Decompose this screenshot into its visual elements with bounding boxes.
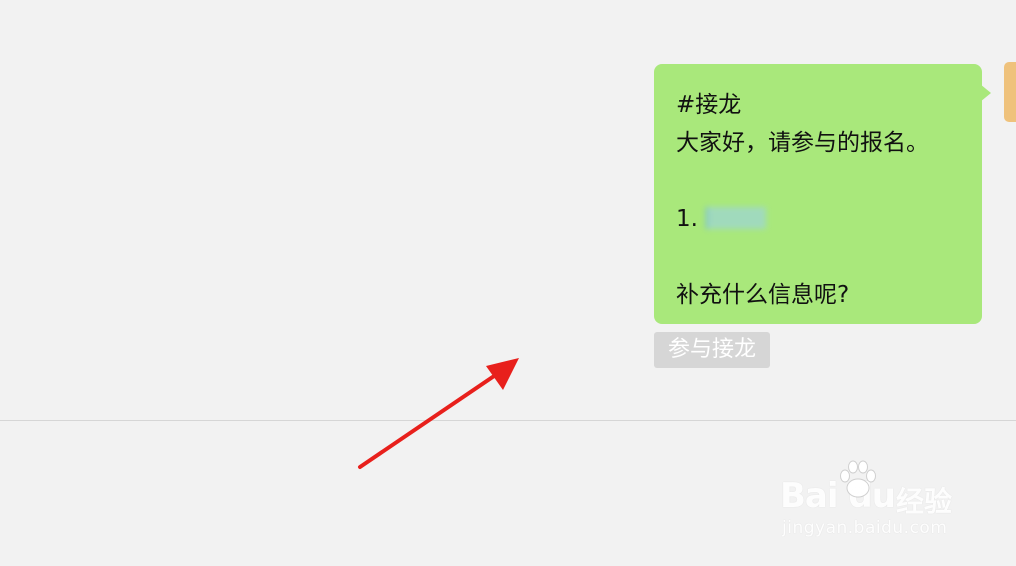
message-tag: #接龙 [676, 92, 742, 118]
join-solitaire-button[interactable]: 参与接龙 [654, 332, 770, 368]
message-question: 补充什么信息呢? [676, 282, 850, 308]
avatar[interactable] [1004, 62, 1016, 122]
message-spacer [676, 238, 960, 276]
blurred-name [705, 207, 766, 229]
watermark-url: jingyan.baidu.com [782, 518, 948, 538]
watermark-cn-text: 经验 [896, 485, 953, 518]
paw-icon [840, 460, 876, 498]
message-greeting: 大家好，请参与的报名。 [676, 130, 929, 156]
message-spacer [676, 162, 960, 200]
chat-area: #接龙 大家好，请参与的报名。 1. 补充什么信息呢? 参与接龙 [0, 0, 1016, 420]
message-bubble[interactable]: #接龙 大家好，请参与的报名。 1. 补充什么信息呢? [654, 64, 982, 324]
message-list-item: 1. [676, 200, 960, 238]
bubble-tail [980, 84, 991, 102]
baidu-jingyan-watermark: Bai du 经验 jingyan.baidu.com [780, 458, 970, 548]
list-item-number: 1. [676, 206, 698, 232]
